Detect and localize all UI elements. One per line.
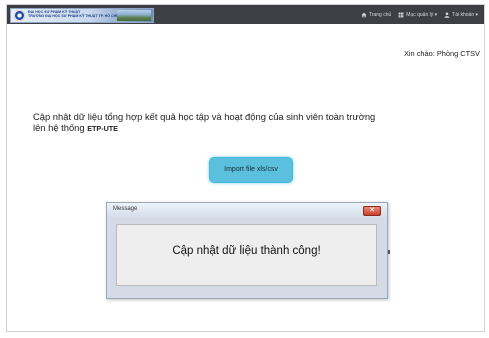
user-icon	[444, 11, 450, 18]
nav-menu: Trang chủ Mục quản lý ▾ Tài khoản ▾	[361, 5, 478, 24]
nav-home-label: Trang chủ	[368, 11, 392, 18]
app-window: ĐẠI HỌC SƯ PHẠM KỸ THUẬT TRƯỜNG ĐẠI HỌC …	[6, 4, 485, 332]
nav-management-label: Mục quản lý ▾	[406, 11, 438, 18]
close-button[interactable]: ✕	[363, 206, 381, 216]
campus-banner-image	[117, 10, 151, 21]
greeting-text: Xin chào: Phòng CTSV	[403, 49, 480, 58]
dialog-title: Message	[113, 206, 138, 212]
import-file-button[interactable]: Import file xls/csv	[209, 157, 293, 183]
home-icon	[361, 12, 367, 17]
nav-account[interactable]: Tài khoản ▾	[444, 12, 478, 18]
resize-handle[interactable]	[388, 250, 390, 254]
top-navbar: ĐẠI HỌC SƯ PHẠM KỸ THUẬT TRƯỜNG ĐẠI HỌC …	[7, 5, 484, 24]
seal-icon	[14, 10, 25, 21]
page-headline: Cập nhật dữ liệu tổng hợp kết quả học tậ…	[33, 111, 376, 133]
message-dialog: Message ✕ Cập nhật dữ liệu thành công!	[106, 202, 390, 299]
university-logo[interactable]: ĐẠI HỌC SƯ PHẠM KỸ THUẬT TRƯỜNG ĐẠI HỌC …	[10, 8, 154, 23]
nav-home[interactable]: Trang chủ	[361, 12, 391, 18]
nav-account-label: Tài khoản ▾	[452, 11, 478, 18]
grid-icon	[398, 12, 404, 17]
nav-management[interactable]: Mục quản lý ▾	[398, 12, 437, 18]
system-name: ETP-UTE	[87, 124, 118, 133]
logo-text: ĐẠI HỌC SƯ PHẠM KỸ THUẬT TRƯỜNG ĐẠI HỌC …	[28, 10, 128, 19]
dialog-titlebar[interactable]: Message ✕	[107, 203, 387, 217]
dialog-body: Cập nhật dữ liệu thành công!	[116, 224, 377, 286]
success-message: Cập nhật dữ liệu thành công!	[172, 245, 321, 257]
